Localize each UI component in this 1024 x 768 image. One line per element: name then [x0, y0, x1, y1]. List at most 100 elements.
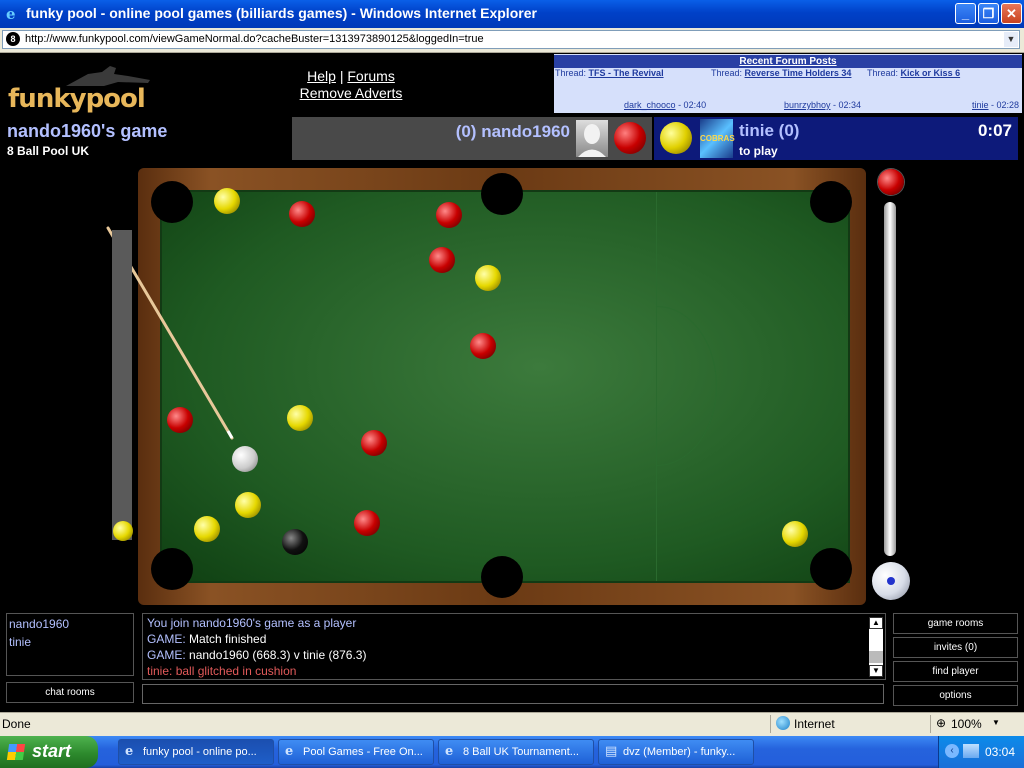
- yellow-ball: [782, 521, 808, 547]
- taskbar-item[interactable]: e Pool Games - Free On...: [278, 739, 434, 765]
- player2-name[interactable]: tinie (0): [739, 121, 799, 141]
- post-user[interactable]: tinie: [972, 100, 989, 110]
- chat-prefix: GAME:: [147, 648, 186, 662]
- close-button[interactable]: ✕: [1001, 3, 1022, 24]
- window-title: funky pool - online pool games (billiard…: [26, 5, 537, 21]
- spin-point-icon[interactable]: [887, 577, 895, 585]
- yellow-ball: [475, 265, 501, 291]
- chat-text: ball glitched in cushion: [175, 664, 297, 678]
- invites-button[interactable]: invites (0): [893, 637, 1018, 658]
- player2-ball-yellow-icon: [660, 122, 692, 154]
- chat-prefix: tinie:: [147, 664, 173, 678]
- player-list-item[interactable]: nando1960: [9, 617, 69, 631]
- tray-expand-icon[interactable]: ‹: [945, 744, 959, 758]
- forum-panel-title[interactable]: Recent Forum Posts: [554, 55, 1022, 68]
- status-text: Done: [2, 717, 31, 731]
- window-title-bar[interactable]: e funky pool - online pool games (billia…: [0, 0, 1024, 28]
- spin-selector[interactable]: [872, 562, 910, 600]
- chat-prefix: GAME:: [147, 632, 186, 646]
- pocket-top-right: [810, 181, 852, 223]
- zoom-icon[interactable]: ⊕: [936, 716, 946, 730]
- forum-post[interactable]: bunrzybhoy - 02:34: [784, 100, 861, 110]
- red-ball: [289, 201, 315, 227]
- player2-avatar[interactable]: COBRAS: [700, 119, 735, 158]
- address-field[interactable]: 8 http://www.funkypool.com/viewGameNorma…: [2, 30, 1020, 49]
- post-user[interactable]: bunrzybhoy: [784, 100, 831, 110]
- help-links: Help | Forums Remove Adverts: [296, 68, 406, 102]
- player-list: nando1960 tinie: [6, 613, 134, 676]
- red-ball: [470, 333, 496, 359]
- pocket-bottom-left: [151, 548, 193, 590]
- thread-link[interactable]: Kick or Kiss 6: [901, 68, 961, 78]
- scroll-thumb[interactable]: [869, 651, 883, 663]
- restore-button[interactable]: ❐: [978, 3, 999, 24]
- player1-avatar[interactable]: [576, 120, 608, 157]
- clock[interactable]: 03:04: [985, 745, 1015, 759]
- start-button[interactable]: start: [0, 736, 98, 768]
- chat-text: nando1960 (668.3) v tinie (876.3): [189, 648, 367, 662]
- default-avatar-icon: [578, 124, 606, 157]
- yellow-ball: [287, 405, 313, 431]
- taskbar-item[interactable]: ▤ dvz (Member) - funky...: [598, 739, 754, 765]
- thread-link[interactable]: TFS - The Revival: [589, 68, 664, 78]
- remove-adverts-link[interactable]: Remove Adverts: [300, 85, 403, 101]
- taskbar-item-label: funky pool - online po...: [143, 746, 257, 758]
- yellow-ball: [235, 492, 261, 518]
- chat-input[interactable]: [142, 684, 884, 704]
- browser-status-bar: Done Internet ⊕ 100% ▼: [0, 712, 1024, 736]
- red-ball: [429, 247, 455, 273]
- chat-line: You join nando1960's game as a player: [147, 616, 356, 630]
- pool-table-cloth[interactable]: [160, 190, 850, 583]
- game-rooms-button[interactable]: game rooms: [893, 613, 1018, 634]
- zoom-level[interactable]: 100%: [951, 717, 982, 731]
- power-slider[interactable]: [884, 202, 896, 556]
- forum-thread[interactable]: Thread: Reverse Time Holders 34: [711, 68, 851, 78]
- chat-rooms-button[interactable]: chat rooms: [6, 682, 134, 703]
- post-time: - 02:28: [991, 100, 1020, 110]
- link-separator: |: [339, 68, 344, 84]
- chat-text: Match finished: [189, 632, 267, 646]
- thread-prefix: Thread:: [867, 68, 899, 78]
- thread-prefix: Thread:: [555, 68, 587, 78]
- help-link[interactable]: Help: [307, 68, 336, 84]
- windows-logo-icon: [6, 744, 26, 760]
- find-player-button[interactable]: find player: [893, 661, 1018, 682]
- chat-scrollbar[interactable]: ▲ ▼: [869, 617, 883, 677]
- scroll-down-icon[interactable]: ▼: [869, 665, 883, 677]
- scroll-up-icon[interactable]: ▲: [869, 617, 883, 629]
- post-user[interactable]: dark_chooco: [624, 100, 676, 110]
- pocket-bottom-right: [810, 548, 852, 590]
- address-dropdown-icon[interactable]: ▼: [1004, 32, 1018, 47]
- recent-forum-posts: Recent Forum Posts Thread: TFS - The Rev…: [554, 54, 1022, 113]
- player-list-item[interactable]: tinie: [9, 635, 31, 649]
- address-url[interactable]: http://www.funkypool.com/viewGameNormal.…: [25, 33, 484, 45]
- red-ball: [436, 202, 462, 228]
- power-meter-slot[interactable]: [112, 230, 132, 540]
- potted-red-ball: [878, 169, 904, 195]
- funkypool-logo[interactable]: funkypool: [8, 66, 150, 116]
- zone-text: Internet: [794, 717, 835, 731]
- player1-name[interactable]: (0) nando1960: [456, 122, 570, 142]
- forum-post[interactable]: dark_chooco - 02:40: [624, 100, 706, 110]
- forums-link[interactable]: Forums: [347, 68, 394, 84]
- zoom-dropdown-icon[interactable]: ▼: [992, 718, 1000, 727]
- chat-log: You join nando1960's game as a player GA…: [142, 613, 886, 680]
- taskbar-item[interactable]: e 8 Ball UK Tournament...: [438, 739, 594, 765]
- network-icon[interactable]: [963, 744, 979, 758]
- options-button[interactable]: options: [893, 685, 1018, 706]
- start-label: start: [32, 741, 72, 761]
- internet-zone-icon: [776, 716, 790, 730]
- ie-icon: e: [285, 744, 294, 759]
- shot-timer: 0:07: [977, 121, 1012, 140]
- taskbar-item-label: Pool Games - Free On...: [303, 746, 423, 758]
- thread-link[interactable]: Reverse Time Holders 34: [745, 68, 852, 78]
- forum-post[interactable]: tinie - 02:28: [972, 100, 1019, 110]
- forum-thread[interactable]: Thread: TFS - The Revival: [555, 68, 664, 78]
- game-title: nando1960's game: [7, 121, 168, 141]
- folder-icon: ▤: [605, 744, 618, 759]
- taskbar-item[interactable]: e funky pool - online po...: [118, 739, 274, 765]
- minimize-button[interactable]: _: [955, 3, 976, 24]
- system-tray: ‹ 03:04: [938, 736, 1024, 768]
- chat-line: GAME: nando1960 (668.3) v tinie (876.3): [147, 648, 366, 662]
- forum-thread[interactable]: Thread: Kick or Kiss 6: [867, 68, 960, 78]
